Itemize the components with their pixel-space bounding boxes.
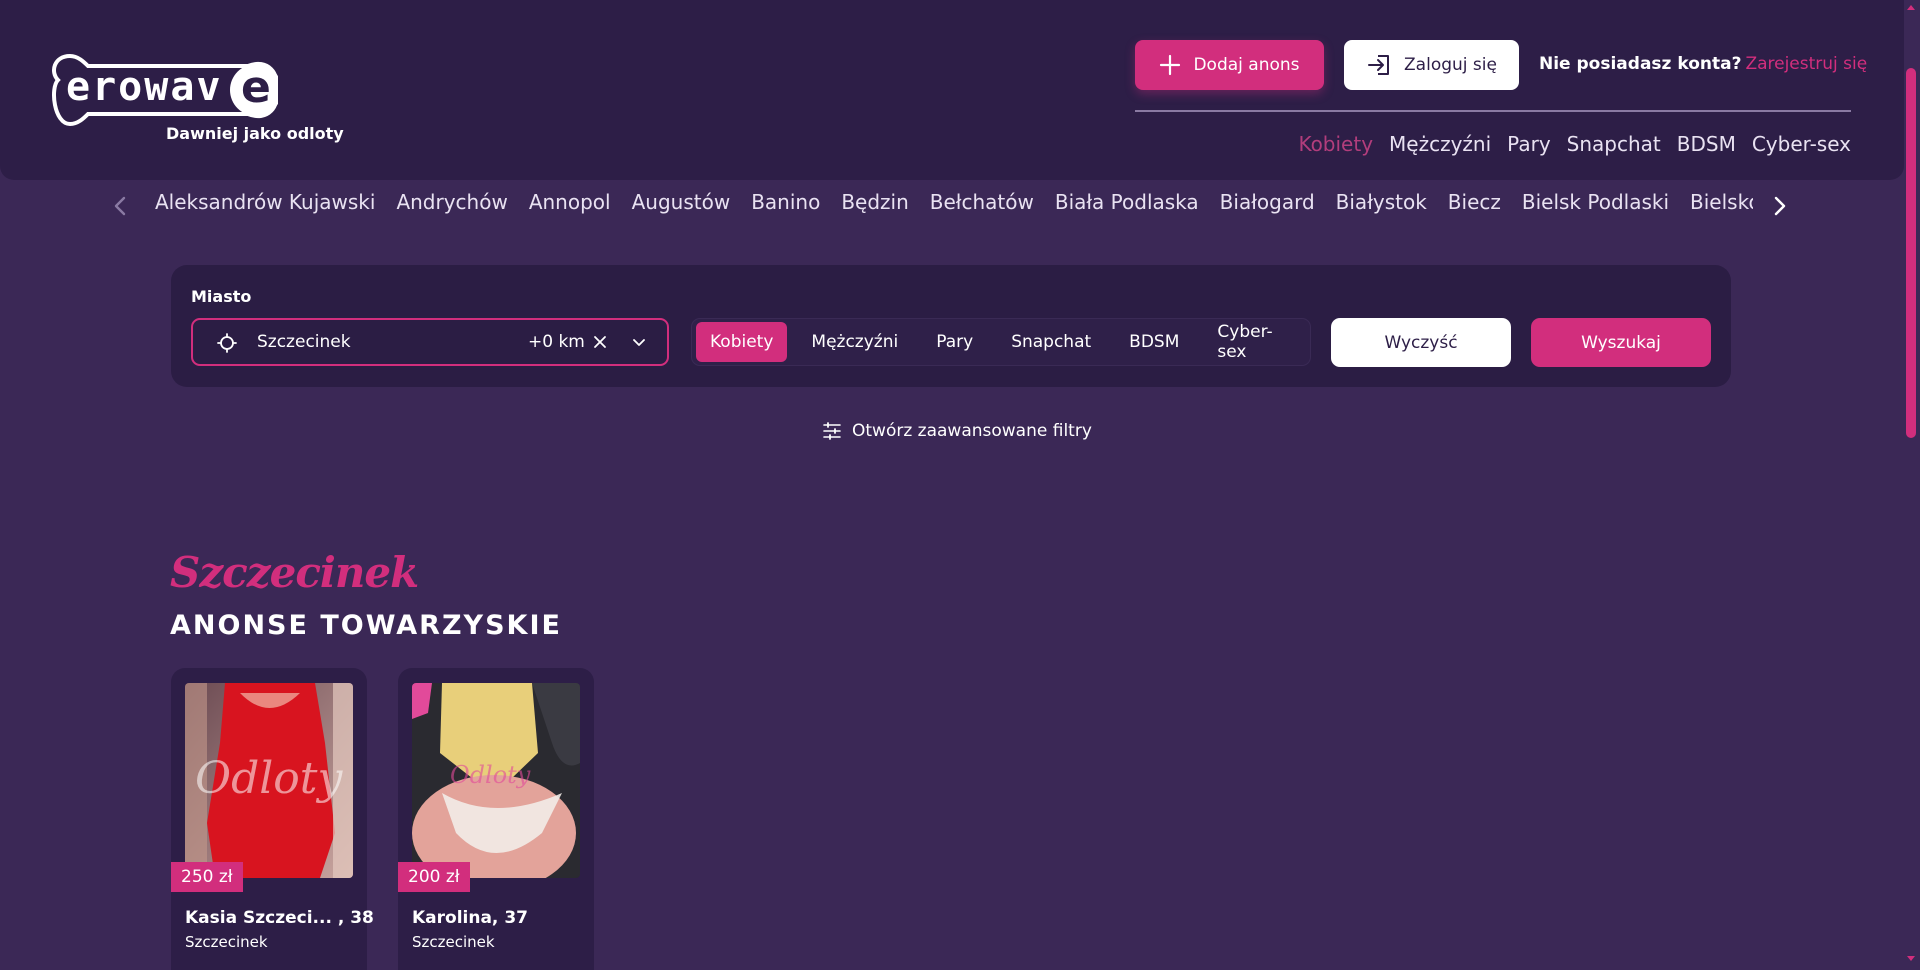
login-label: Zaloguj się [1404, 55, 1497, 75]
chevron-right-icon [1774, 196, 1786, 216]
city-link[interactable]: Białogard [1220, 190, 1315, 222]
svg-text:Odloty: Odloty [450, 761, 531, 789]
listing-name[interactable]: Kasia Szczeci... , 38 [185, 908, 374, 928]
login-icon [1368, 55, 1390, 75]
advanced-filters-label: Otwórz zaawansowane filtry [852, 421, 1092, 441]
search-button[interactable]: Wyszukaj [1531, 318, 1711, 367]
nav-cyber-sex[interactable]: Cyber-sex [1752, 132, 1851, 156]
listing-price: 250 zł [171, 862, 243, 892]
tab-snapchat[interactable]: Snapchat [997, 322, 1105, 362]
chevron-left-icon [114, 196, 126, 216]
city-link[interactable]: Białystok [1336, 190, 1427, 222]
listing-name[interactable]: Karolina, 37 [412, 908, 528, 928]
city-link[interactable]: Banino [751, 190, 820, 222]
svg-text:Odloty: Odloty [195, 753, 343, 804]
no-account-text: Nie posiadasz konta? [1539, 54, 1742, 74]
city-link[interactable]: Biecz [1448, 190, 1501, 222]
nav-kobiety[interactable]: Kobiety [1298, 132, 1373, 156]
city-select[interactable]: Szczecinek +0 km [191, 318, 669, 366]
site-logo[interactable]: erowav e [48, 50, 282, 130]
section-heading: ANONSE TOWARZYSKIE [170, 610, 562, 641]
header-nav: Kobiety Mężczyźni Pary Snapchat BDSM Cyb… [1298, 132, 1851, 156]
clear-button[interactable]: Wyczyść [1331, 318, 1511, 367]
header-divider [1135, 110, 1851, 112]
category-tabs: Kobiety Mężczyźni Pary Snapchat BDSM Cyb… [691, 318, 1311, 366]
nav-mezczyzni[interactable]: Mężczyźni [1389, 132, 1491, 156]
listing-photo[interactable]: Odloty [412, 683, 580, 878]
city-value: Szczecinek [257, 332, 351, 352]
city-link[interactable]: Będzin [841, 190, 908, 222]
city-link[interactable]: Augustów [632, 190, 731, 222]
cities-next-button[interactable] [1768, 192, 1792, 220]
close-icon[interactable] [591, 333, 609, 351]
listing-card[interactable]: Odloty 200 zł Karolina, 37 Szczecinek [398, 668, 594, 970]
city-field-label: Miasto [191, 287, 252, 306]
city-link[interactable]: Andrychów [396, 190, 507, 222]
city-link[interactable]: Bielsko-Biała [1690, 190, 1753, 222]
listing-city: Szczecinek [412, 933, 495, 951]
listing-photo[interactable]: Odloty [185, 683, 353, 878]
city-link[interactable]: Annopol [529, 190, 611, 222]
login-button[interactable]: Zaloguj się [1344, 40, 1519, 90]
tab-kobiety[interactable]: Kobiety [696, 322, 788, 362]
city-link[interactable]: Bielsk Podlaski [1522, 190, 1669, 222]
tab-cyber-sex[interactable]: Cyber-sex [1203, 322, 1300, 362]
search-panel: Miasto Szczecinek +0 km Kobiety Mężczyźn… [171, 265, 1731, 387]
city-link[interactable]: Aleksandrów Kujawski [155, 190, 375, 222]
tab-pary[interactable]: Pary [922, 322, 987, 362]
sliders-icon [823, 422, 841, 440]
logo-subtitle: Dawniej jako odloty [166, 124, 344, 143]
listing-card[interactable]: Odloty 250 zł Kasia Szczeci... , 38 Szcz… [171, 668, 374, 970]
register-link[interactable]: Zarejestruj się [1745, 54, 1867, 74]
chevron-down-icon[interactable] [631, 334, 647, 350]
logo-e-mark: e [241, 62, 271, 113]
cities-prev-button[interactable] [108, 192, 132, 220]
nav-bdsm[interactable]: BDSM [1677, 132, 1736, 156]
city-heading: Szczecinek [170, 548, 419, 597]
radius-value[interactable]: +0 km [528, 332, 585, 352]
city-strip: Aleksandrów Kujawski Andrychów Annopol A… [155, 190, 1753, 222]
location-target-icon [217, 333, 237, 353]
tab-mezczyzni[interactable]: Mężczyźni [797, 322, 912, 362]
scroll-up-icon[interactable] [1906, 2, 1916, 12]
listing-photo-image: Odloty [412, 683, 580, 878]
listing-city: Szczecinek [185, 933, 268, 951]
scrollbar-thumb[interactable] [1906, 68, 1916, 438]
listing-price: 200 zł [398, 862, 470, 892]
plus-icon [1160, 54, 1181, 76]
site-header: erowav e Dawniej jako odloty Dodaj anons… [0, 0, 1904, 180]
nav-snapchat[interactable]: Snapchat [1567, 132, 1661, 156]
logo-wordmark: erowav [66, 64, 223, 110]
city-link[interactable]: Bełchatów [930, 190, 1034, 222]
scroll-down-icon[interactable] [1906, 954, 1916, 964]
listing-photo-image: Odloty [185, 683, 353, 878]
city-link[interactable]: Biała Podlaska [1055, 190, 1199, 222]
add-listing-button[interactable]: Dodaj anons [1135, 40, 1324, 90]
register-prompt: Nie posiadasz konta? Zarejestruj się [1539, 54, 1867, 74]
nav-pary[interactable]: Pary [1507, 132, 1550, 156]
add-listing-label: Dodaj anons [1193, 55, 1300, 75]
advanced-filters-toggle[interactable]: Otwórz zaawansowane filtry [822, 421, 1092, 441]
tab-bdsm[interactable]: BDSM [1115, 322, 1193, 362]
